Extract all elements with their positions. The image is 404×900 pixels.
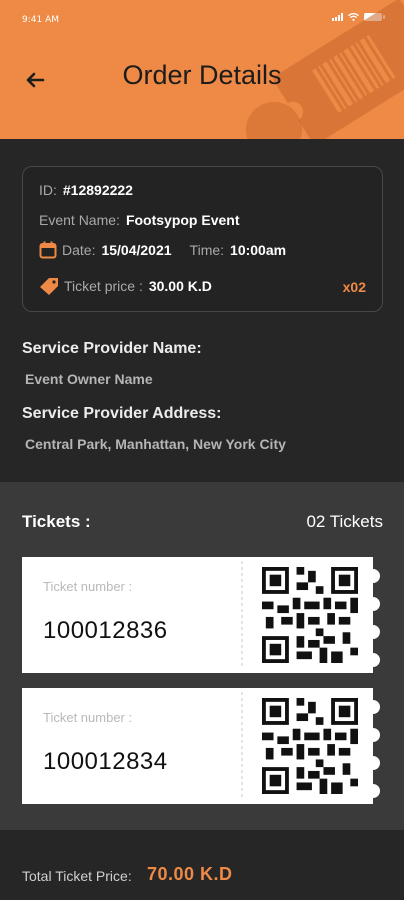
ticket-price-value: 30.00 K.D [148, 278, 212, 294]
ticket-card[interactable]: Ticket number : 100012834 [22, 688, 384, 804]
status-time: 9:41 AM [22, 15, 59, 25]
qr-code-icon [262, 698, 358, 794]
ticket-number: 100012834 [43, 748, 168, 775]
date-time-row: Date: 15/04/2021 Time: 10:00am [39, 241, 286, 259]
time-label: Time: [189, 242, 225, 258]
event-name-row: Event Name: Footsypop Event [39, 212, 240, 228]
order-id-row: ID: #12892222 [39, 182, 133, 198]
tickets-section: Tickets : 02 Tickets Ticket number : 100… [0, 482, 404, 830]
total-price-label: Total Ticket Price: [22, 868, 132, 884]
ticket-price-row: Ticket price : 30.00 K.D [39, 277, 212, 295]
ticket-quantity: x02 [342, 279, 366, 295]
ticket-card[interactable]: Ticket number : 100012836 [22, 557, 384, 673]
order-summary-card: ID: #12892222 Event Name: Footsypop Even… [22, 166, 383, 312]
ticket-number-label: Ticket number : [43, 710, 133, 725]
tag-icon [39, 277, 59, 295]
page-title: Order Details [122, 60, 282, 90]
date-value: 15/04/2021 [101, 242, 172, 258]
app-header: 9:41 AM Order Details [0, 0, 404, 139]
calendar-icon [39, 241, 57, 259]
provider-name-value: Event Owner Name [25, 371, 153, 387]
total-price-value: 70.00 K.D [147, 864, 233, 884]
event-name-label: Event Name: [39, 212, 120, 228]
date-label: Date: [62, 242, 96, 258]
order-id-value: #12892222 [62, 182, 133, 198]
provider-address-value: Central Park, Manhattan, New York City [25, 436, 286, 452]
order-id-label: ID: [39, 182, 57, 198]
ticket-number: 100012836 [43, 617, 168, 644]
ticket-price-label: Ticket price : [64, 278, 143, 294]
event-name-value: Footsypop Event [125, 212, 240, 228]
total-footer: Total Ticket Price: 70.00 K.D [0, 830, 404, 900]
provider-address-label: Service Provider Address: [22, 405, 222, 422]
provider-name-label: Service Provider Name: [22, 340, 202, 357]
qr-code-icon [262, 567, 358, 663]
tickets-count: 02 Tickets [306, 512, 383, 531]
tickets-heading: Tickets : [22, 512, 91, 531]
time-value: 10:00am [230, 242, 287, 258]
ticket-number-label: Ticket number : [43, 579, 133, 594]
